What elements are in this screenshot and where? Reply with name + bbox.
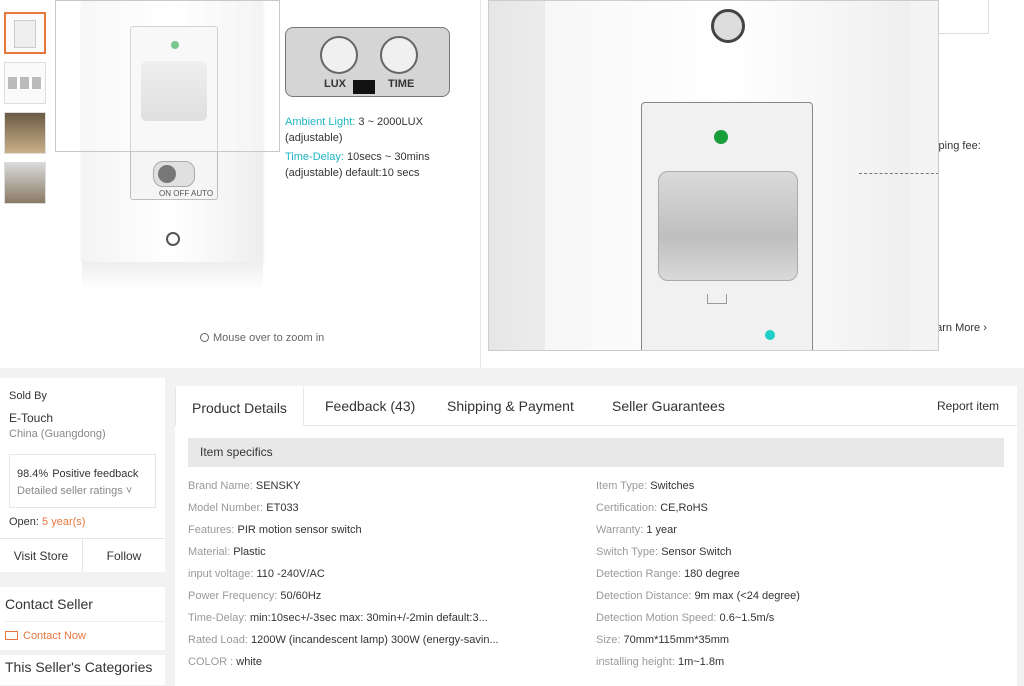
magnifier-icon xyxy=(200,333,209,342)
visit-store-button[interactable]: Visit Store xyxy=(0,539,82,572)
thumbnail-2[interactable] xyxy=(4,62,46,104)
zoomed-image-view xyxy=(488,0,939,351)
spec-row: COLOR : white xyxy=(188,656,262,668)
lux-dial xyxy=(320,36,358,74)
callout-dot-icon xyxy=(765,330,775,340)
product-gallery: ON OFF AUTO LUX TIME Ambient Light: 3 ~ … xyxy=(0,0,1024,368)
spec-row: Detection Range: 180 degree xyxy=(596,568,740,580)
feedback-label: Positive feedback xyxy=(52,468,139,480)
details-tabs: Product Details Feedback (43) Shipping &… xyxy=(175,386,1017,426)
switch-mode-text: ON OFF AUTO xyxy=(159,189,214,198)
sold-by-label: Sold By xyxy=(9,390,47,402)
spec-row: Material: Plastic xyxy=(188,546,266,558)
detailed-ratings-toggle[interactable]: Detailed seller ratings ˅ xyxy=(17,485,132,497)
spec-row: Item Type: Switches xyxy=(596,480,695,492)
contact-seller-box: Contact Seller Contact Now xyxy=(0,587,165,650)
screw-icon xyxy=(166,232,180,246)
time-delay-spec: Time-Delay: 10secs ~ 30mins (adjustable)… xyxy=(285,151,430,179)
dial-closeup: LUX TIME xyxy=(285,27,450,97)
time-label: TIME xyxy=(388,78,415,90)
tab-feedback[interactable]: Feedback (43) xyxy=(325,386,415,426)
spec-row: Warranty: 1 year xyxy=(596,524,677,536)
thumbnail-list xyxy=(4,12,48,212)
screw-icon xyxy=(711,9,745,43)
switch-toggle xyxy=(153,161,195,187)
sensor-frame xyxy=(641,102,813,350)
led-indicator xyxy=(714,130,728,144)
details-panel: Product Details Feedback (43) Shipping &… xyxy=(175,386,1017,686)
seller-name[interactable]: E-Touch xyxy=(9,411,53,425)
lux-label: LUX xyxy=(324,78,346,90)
report-item-link[interactable]: Report item xyxy=(937,386,999,426)
spec-row: input voltage: 110 -240V/AC xyxy=(188,568,325,580)
time-dial xyxy=(380,36,418,74)
spec-row: Time-Delay: min:10sec+/-3sec max: 30min+… xyxy=(188,612,488,624)
envelope-icon xyxy=(5,631,18,640)
spec-row: Detection Motion Speed: 0.6~1.5m/s xyxy=(596,612,775,624)
image-reflection xyxy=(82,262,263,290)
spec-row: Detection Distance: 9m max (<24 degree) xyxy=(596,590,800,602)
thumbnail-4[interactable] xyxy=(4,162,46,204)
spec-row: Features: PIR motion sensor switch xyxy=(188,524,362,536)
spec-row: Certification: CE,RoHS xyxy=(596,502,708,514)
thumbnail-3[interactable] xyxy=(4,112,46,154)
spec-row: installing height: 1m~1.8m xyxy=(596,656,725,668)
tab-seller-guarantees[interactable]: Seller Guarantees xyxy=(612,386,725,426)
item-specifics-header: Item specifics xyxy=(188,438,1004,467)
contact-seller-title: Contact Seller xyxy=(5,596,93,612)
tab-shipping-payment[interactable]: Shipping & Payment xyxy=(447,386,574,426)
seller-categories-title: This Seller's Categories xyxy=(5,659,153,675)
zoom-lens-box[interactable] xyxy=(55,0,280,152)
thumbnail-1[interactable] xyxy=(4,12,46,54)
spec-row: Size: 70mm*115mm*35mm xyxy=(596,634,730,646)
seller-categories-box: This Seller's Categories xyxy=(0,655,165,685)
contact-now-link[interactable]: Contact Now xyxy=(5,621,165,642)
spec-row: Power Frequency: 50/60Hz xyxy=(188,590,322,602)
feedback-box: 98.4% Positive feedback Detailed seller r… xyxy=(9,454,156,508)
feedback-percent: 98.4% xyxy=(17,468,49,480)
spec-row: Model Number: ET033 xyxy=(188,502,299,514)
seller-location: China (Guangdong) xyxy=(9,428,106,440)
zoom-hint: Mouse over to zoom in xyxy=(200,332,324,344)
seller-box: Sold By E-Touch China (Guangdong) 98.4% P… xyxy=(0,378,165,572)
tab-product-details[interactable]: Product Details xyxy=(175,386,304,426)
spec-row: Rated Load: 1200W (incandescent lamp) 30… xyxy=(188,634,499,646)
ambient-light-spec: Ambient Light: 3 ~ 2000LUX (adjustable) xyxy=(285,116,423,144)
follow-button[interactable]: Follow xyxy=(82,539,165,572)
store-open-duration: Open: 5 year(s) xyxy=(9,516,86,528)
spec-row: Brand Name: SENSKY xyxy=(188,480,301,492)
sensor-lens xyxy=(658,171,798,281)
spec-row: Switch Type: Sensor Switch xyxy=(596,546,732,558)
